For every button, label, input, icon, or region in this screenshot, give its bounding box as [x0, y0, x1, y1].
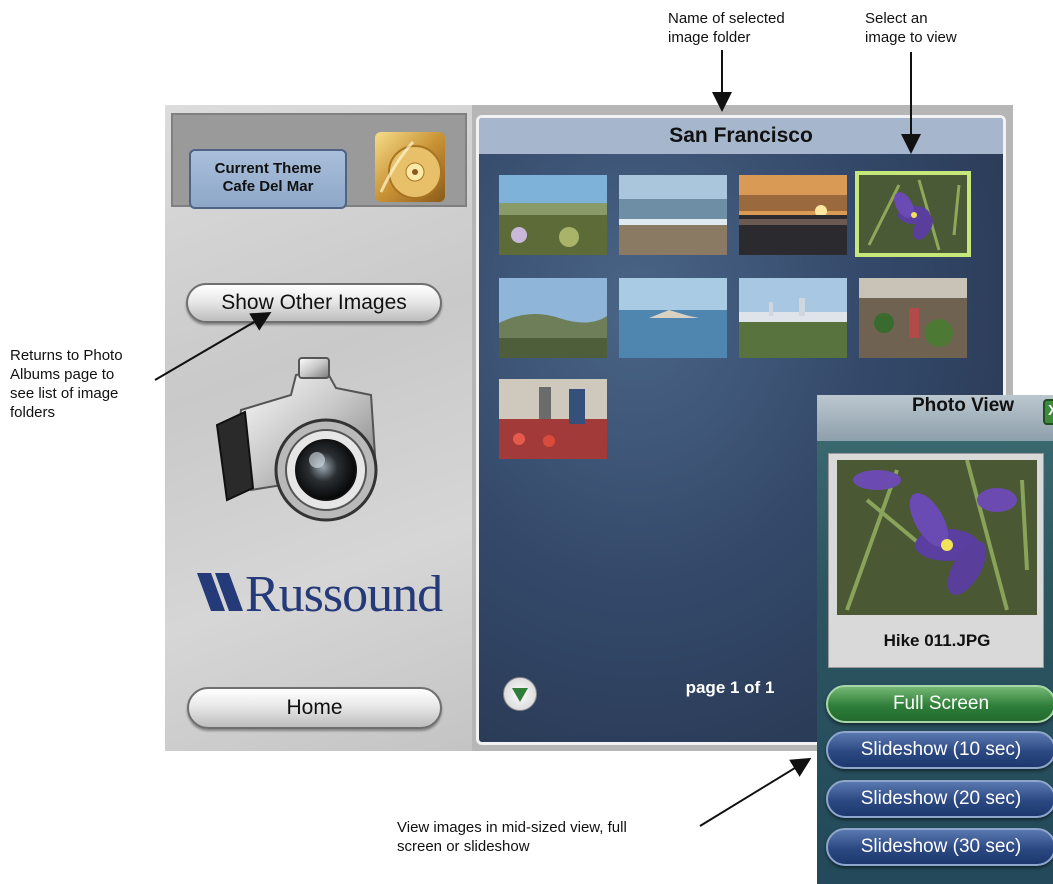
annotation-text: image folder [668, 29, 751, 46]
image-thumbnail[interactable] [619, 278, 727, 358]
photo-preview-image[interactable] [837, 460, 1037, 615]
annotation-select-image: Select an image to view [865, 9, 985, 47]
full-screen-button[interactable]: Full Screen [826, 685, 1053, 723]
annotation-view-images: View images in mid-sized view, full scre… [397, 818, 707, 856]
annotation-text: Albums page to [10, 366, 115, 383]
brand-name: Russound [245, 566, 443, 623]
camera-icon [211, 350, 391, 540]
annotation-text: Returns to Photo [10, 347, 123, 364]
annotation-text: see list of image [10, 385, 119, 402]
theme-cd-icon [375, 132, 445, 202]
close-button[interactable]: X [1043, 399, 1053, 425]
slideshow-10-button[interactable]: Slideshow (10 sec) [826, 731, 1053, 769]
photo-view-header: Photo View X [817, 395, 1053, 441]
home-button[interactable]: Home [187, 687, 442, 729]
photo-view-panel: Photo View X Hike 011.JPG Full Screen Sl… [817, 395, 1053, 884]
image-thumbnail[interactable] [859, 278, 967, 358]
photo-view-title: Photo View [912, 395, 1015, 416]
annotation-returns: Returns to Photo Albums page to see list… [10, 346, 180, 422]
page-indicator: page 1 of 1 [685, 678, 775, 697]
slideshow-20-button[interactable]: Slideshow (20 sec) [826, 780, 1053, 818]
photo-filename: Hike 011.JPG [883, 631, 991, 650]
image-thumbnail[interactable] [739, 278, 847, 358]
show-other-images-button[interactable]: Show Other Images [186, 283, 442, 323]
image-thumbnail[interactable] [619, 175, 727, 255]
annotation-text: screen or slideshow [397, 838, 530, 855]
slideshow-30-button[interactable]: Slideshow (30 sec) [826, 828, 1053, 866]
annotation-folder-name: Name of selected image folder [668, 9, 828, 47]
current-theme-label: Current Theme Cafe Del Mar [189, 149, 347, 209]
photo-preview-frame: Hike 011.JPG [828, 453, 1044, 668]
current-theme-box[interactable]: Current Theme Cafe Del Mar [171, 113, 467, 209]
theme-heading: Current Theme [214, 160, 322, 177]
annotation-text: Select an [865, 10, 928, 27]
image-thumbnail[interactable] [739, 175, 847, 255]
image-thumbnail-selected[interactable] [855, 171, 971, 257]
annotation-text: folders [10, 404, 56, 421]
image-thumbnail[interactable] [499, 278, 607, 358]
folder-title: San Francisco [479, 118, 1003, 154]
russound-logo: Russound [195, 565, 443, 626]
annotation-text: image to view [865, 29, 957, 46]
chevron-down-icon [512, 688, 528, 702]
annotation-text: View images in mid-sized view, full [397, 819, 627, 836]
image-thumbnail[interactable] [499, 379, 607, 459]
image-thumbnail[interactable] [499, 175, 607, 255]
scroll-down-button[interactable] [503, 677, 537, 711]
theme-name: Cafe Del Mar [222, 178, 314, 195]
russound-mark-icon [195, 567, 245, 626]
annotation-text: Name of selected [668, 10, 785, 27]
left-panel: Current Theme Cafe Del Mar Show Other Im… [165, 105, 472, 751]
